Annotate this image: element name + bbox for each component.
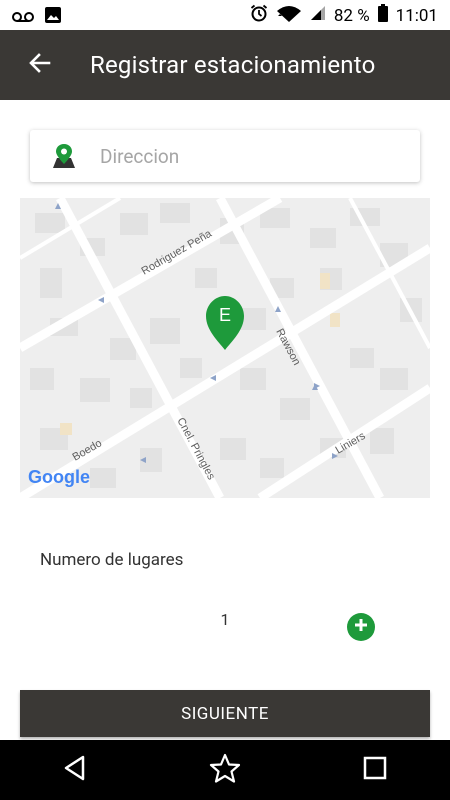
voicemail-icon: [12, 8, 34, 27]
google-logo: Google: [28, 467, 90, 487]
nav-favorites-button[interactable]: [195, 740, 255, 800]
arrow-back-icon: [29, 53, 51, 77]
status-bar: 82 % 11:01: [0, 0, 450, 30]
app-bar: Registrar estacionamiento: [0, 30, 450, 100]
square-icon: [363, 756, 387, 784]
wifi-icon: [276, 4, 302, 27]
screen: 82 % 11:01 Registrar estacionamiento Dir…: [0, 0, 450, 800]
system-nav-bar: [0, 740, 450, 800]
plus-circle-icon: [353, 617, 369, 637]
alarm-icon: [250, 4, 268, 27]
nav-back-button[interactable]: [45, 740, 105, 800]
quantity-label: Numero de lugares: [40, 550, 184, 570]
signal-icon: [310, 5, 326, 26]
clock: 11:01: [395, 5, 438, 26]
add-spot-button[interactable]: [347, 613, 375, 641]
battery-icon: [377, 4, 388, 27]
address-input[interactable]: [100, 144, 380, 168]
image-icon: [44, 6, 62, 28]
map-marker-label: E: [219, 305, 231, 325]
battery-percent: 82 %: [333, 5, 370, 26]
address-card[interactable]: [30, 130, 420, 182]
back-triangle-icon: [63, 755, 87, 785]
nav-recents-button[interactable]: [345, 740, 405, 800]
back-button[interactable]: [10, 30, 70, 100]
next-button[interactable]: SIGUIENTE: [20, 690, 430, 737]
page-title: Registrar estacionamiento: [90, 51, 376, 79]
map-pin-icon: [50, 142, 78, 170]
quantity-value: 1: [220, 610, 230, 629]
map-view[interactable]: Rodriguez Peña Rawson Cnel. Pringles Boe…: [20, 198, 430, 498]
star-icon: [209, 753, 241, 787]
